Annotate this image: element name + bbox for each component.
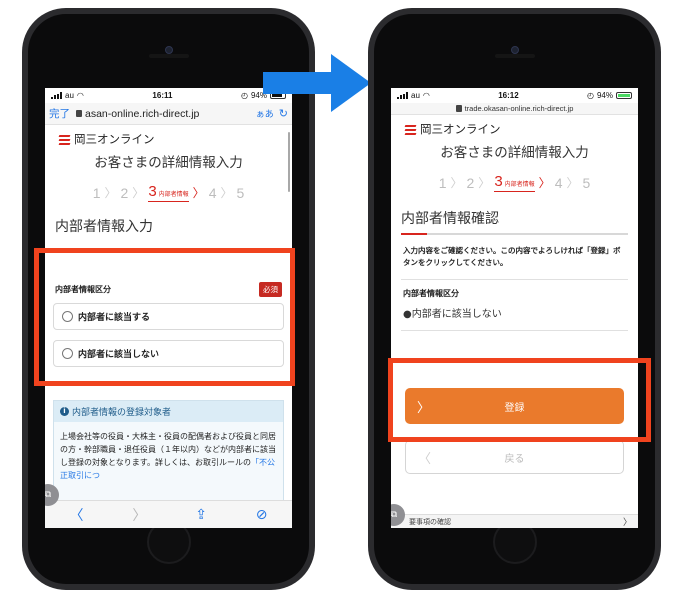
done-button[interactable]: 完了 [49, 106, 70, 121]
battery-charging-icon [615, 92, 632, 99]
info-icon: i [60, 407, 69, 416]
tabs-icon[interactable]: ⧉ [391, 504, 405, 526]
wifi-icon: ◠ [76, 91, 84, 100]
okasan-logo-icon [404, 124, 417, 135]
signal-icon [397, 92, 408, 99]
step-separator: 〉 [450, 176, 463, 190]
step-4: 4 [554, 174, 563, 191]
browser-toolbar: ⧉ 〈 〉 ⇪ ⊘ [45, 484, 292, 528]
important-notice-link[interactable]: ⧉ 要事項の確認 〉 [391, 504, 638, 528]
step-4: 4 [208, 184, 217, 201]
info-title-text: 内部者情報の登録対象者 [72, 408, 172, 418]
url-text[interactable]: asan-online.rich-direct.jp [85, 108, 251, 120]
chevron-right-icon: 〉 [622, 518, 632, 528]
step-indicator: 1 〉 2 〉 3 内部者情報 〉 4 〉 5 [45, 183, 292, 202]
browser-url-bar: 完了 asan-online.rich-direct.jp ぁあ ↻ [45, 103, 292, 125]
status-bar: au ◠ 16:11 ◴ 94% [45, 88, 292, 103]
section-title: 内部者情報入力 [55, 219, 153, 235]
scrollbar[interactable] [288, 132, 290, 192]
back-button-label: 戻る [504, 453, 525, 465]
field-label: 内部者情報区分 [403, 289, 459, 298]
forward-icon[interactable]: 〉 [132, 505, 146, 525]
brand-name: 岡三オンライン [74, 132, 155, 146]
step-separator: 〉 [538, 176, 551, 190]
confirm-instructions: 入力内容をご確認ください。この内容でよろしければ「登録」ボタンをクリックしてくだ… [403, 246, 621, 267]
status-bar: au ◠ 16:12 ◴ 94% [391, 88, 638, 103]
back-button[interactable]: 〈 戻る [405, 440, 624, 474]
section-title: 内部者情報確認 [401, 211, 499, 227]
okasan-logo-icon [58, 134, 71, 145]
browser-url-bar[interactable]: trade.okasan-online.rich-direct.jp [391, 103, 638, 115]
battery-percent: 94% [596, 91, 613, 100]
field-value: ●内部者に該当しない [403, 309, 502, 320]
right-screen: au ◠ 16:12 ◴ 94% trade.okasan-online.rich-… [391, 88, 638, 528]
carrier-label: au [65, 91, 74, 100]
step-separator: 〉 [104, 186, 117, 200]
step-2: 2 [120, 184, 129, 201]
arrow-right-icon [263, 54, 371, 112]
earpiece-speaker [494, 54, 535, 58]
highlight-box-register [388, 358, 651, 442]
compass-icon[interactable]: ⊘ [256, 507, 268, 523]
right-phone-frame: au ◠ 16:12 ◴ 94% trade.okasan-online.rich-… [368, 8, 661, 590]
earpiece-speaker [148, 54, 189, 58]
step-current: 3 内部者情報 [148, 183, 189, 202]
step-current-label: 内部者情報 [158, 192, 189, 198]
step-current: 3 内部者情報 [494, 173, 535, 192]
front-camera [164, 46, 173, 54]
highlight-box-options [34, 248, 295, 386]
step-separator: 〉 [220, 186, 233, 200]
divider [401, 279, 628, 280]
step-1: 1 [438, 174, 447, 191]
lock-icon [455, 105, 462, 112]
step-2: 2 [466, 174, 475, 191]
chevron-left-icon: 〈 [418, 451, 432, 467]
alarm-icon: ◴ [240, 91, 248, 100]
step-5: 5 [236, 184, 245, 201]
page-title: お客さまの詳細情報入力 [94, 155, 243, 171]
wifi-icon: ◠ [422, 91, 430, 100]
step-separator: 〉 [132, 186, 145, 200]
step-current-label: 内部者情報 [504, 182, 535, 188]
brand-name: 岡三オンライン [420, 122, 501, 136]
step-separator: 〉 [192, 186, 205, 200]
step-indicator: 1 〉 2 〉 3 内部者情報 〉 4 〉 5 [391, 173, 638, 192]
info-body-text: 上場会社等の役員・大株主・役員の配偶者および役員と同居の方・幹部職員・退任役員（… [60, 432, 276, 467]
step-3: 3 [494, 173, 503, 190]
step-separator: 〉 [566, 176, 579, 190]
brand-header: 岡三オンライン [391, 115, 638, 137]
status-time: 16:12 [498, 91, 519, 100]
step-separator: 〉 [478, 176, 491, 190]
carrier-label: au [411, 91, 420, 100]
status-time: 16:11 [152, 91, 173, 100]
step-5: 5 [582, 174, 591, 191]
alarm-icon: ◴ [586, 91, 594, 100]
signal-icon [51, 92, 62, 99]
brand-header: 岡三オンライン [45, 125, 292, 147]
front-camera [510, 46, 519, 54]
info-title: i 内部者情報の登録対象者 [54, 401, 283, 422]
lock-icon [76, 110, 82, 117]
step-1: 1 [92, 184, 101, 201]
section-underline [401, 233, 628, 235]
url-text: trade.okasan-online.rich-direct.jp [464, 104, 574, 113]
page-title: お客さまの詳細情報入力 [440, 145, 589, 161]
info-body: 上場会社等の役員・大株主・役員の配偶者および役員と同居の方・幹部職員・退任役員（… [54, 422, 283, 490]
step-3: 3 [148, 183, 157, 200]
back-icon[interactable]: 〈 [69, 505, 83, 525]
divider [401, 330, 628, 331]
important-notice-label: 要事項の確認 [409, 517, 451, 526]
share-icon[interactable]: ⇪ [195, 507, 207, 523]
